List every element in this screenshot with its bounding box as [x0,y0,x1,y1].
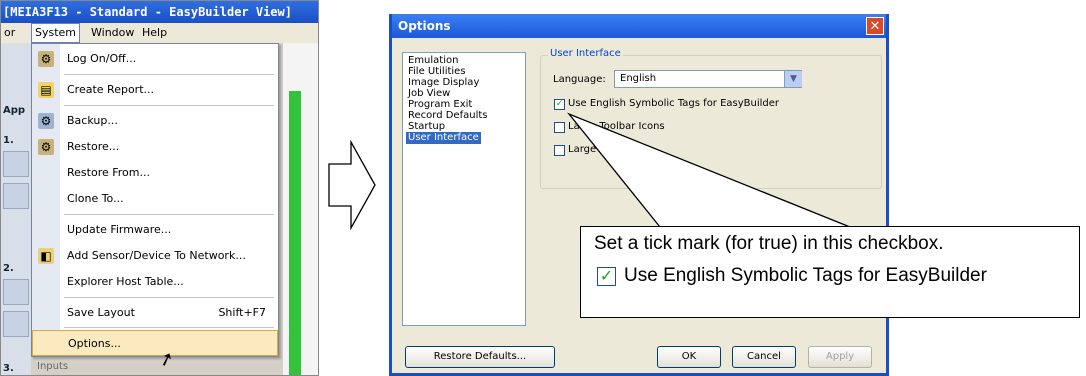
menu-item-restore-from[interactable]: Restore From... [32,160,278,186]
menu-help[interactable]: Help [139,23,170,43]
step-2-label: 2. [3,263,14,274]
menu-window[interactable]: Window [88,23,137,43]
large-toolbar-icons-checkbox[interactable] [554,122,565,133]
menu-item-add-sensor-device[interactable]: ◧ Add Sensor/Device To Network... [32,243,278,269]
step-3-label: 3. [3,363,14,374]
language-label: Language: [553,74,606,85]
menu-system[interactable]: System [31,23,81,43]
menu-item-clone-to[interactable]: Clone To... [32,186,278,212]
menu-editor[interactable]: or [1,23,18,43]
menu-item-restore[interactable]: ⚙ Restore... [32,134,278,160]
large-toolbar-icons-label: Large Toolbar Icons [568,121,665,132]
log-on-off-icon: ⚙ [38,51,54,67]
step-1-label: 1. [3,135,14,146]
callout-checkbox-label: Use English Symbolic Tags for EasyBuilde… [624,265,987,286]
apply-button[interactable]: Apply [808,346,872,368]
menubar: or System Window Help [1,23,318,43]
steps-label: App [3,105,26,116]
inputs-label: Inputs [37,361,69,372]
application-steps-panel: App 1. 2. 3. [1,43,31,375]
window-title: [MEIA3F13 - Standard - EasyBuilder View] [1,1,318,23]
menu-item-save-layout[interactable]: Save Layout Shift+F7 [32,300,278,326]
step-button[interactable] [3,279,29,305]
large-tree-icons-checkbox[interactable] [554,145,565,156]
menu-item-create-report[interactable]: ▤ Create Report... [32,77,278,103]
restore-icon: ⚙ [38,139,54,155]
step-button[interactable] [3,311,29,337]
language-select[interactable]: English [614,70,802,88]
large-tree-icons-label: Large Tree Icons [568,144,650,155]
step-button[interactable] [3,183,29,209]
close-icon[interactable]: ✕ [866,17,884,35]
backup-icon: ⚙ [38,113,54,129]
add-device-icon: ◧ [38,248,54,264]
system-menu: ⚙ Log On/Off... ▤ Create Report... ⚙ Backup… [31,43,279,357]
dialog-title: Options [392,14,886,38]
group-title: User Interface [548,48,623,59]
ok-button[interactable]: OK [657,346,721,368]
menu-item-explorer-host-table[interactable]: Explorer Host Table... [32,269,278,295]
restore-defaults-button[interactable]: Restore Defaults... [405,346,555,368]
english-tags-label: Use English Symbolic Tags for EasyBuilde… [568,98,780,109]
category-item-selected[interactable]: User Interface [406,132,481,144]
step-button[interactable] [3,151,29,177]
category-list: Emulation File Utilities Image Display J… [402,52,526,326]
callout-checkbox: ✓ [597,267,616,286]
menu-item-log-on-off[interactable]: ⚙ Log On/Off... [32,46,278,72]
menu-item-update-firmware[interactable]: Update Firmware... [32,217,278,243]
callout-text: Set a tick mark (for true) in this check… [594,233,944,254]
cancel-button[interactable]: Cancel [732,346,796,368]
right-arrow-icon [328,140,376,230]
english-tags-checkbox[interactable]: ✓ [554,99,565,110]
status-bar-green [289,91,301,375]
chevron-down-icon[interactable]: ▼ [784,71,802,87]
report-icon: ▤ [38,82,54,98]
options-dialog: Options ✕ Emulation File Utilities Image… [389,14,889,376]
shortcut-label: Shift+F7 [218,306,266,319]
easybuilder-window: [MEIA3F13 - Standard - EasyBuilder View]… [0,0,319,376]
menu-item-backup[interactable]: ⚙ Backup... [32,108,278,134]
